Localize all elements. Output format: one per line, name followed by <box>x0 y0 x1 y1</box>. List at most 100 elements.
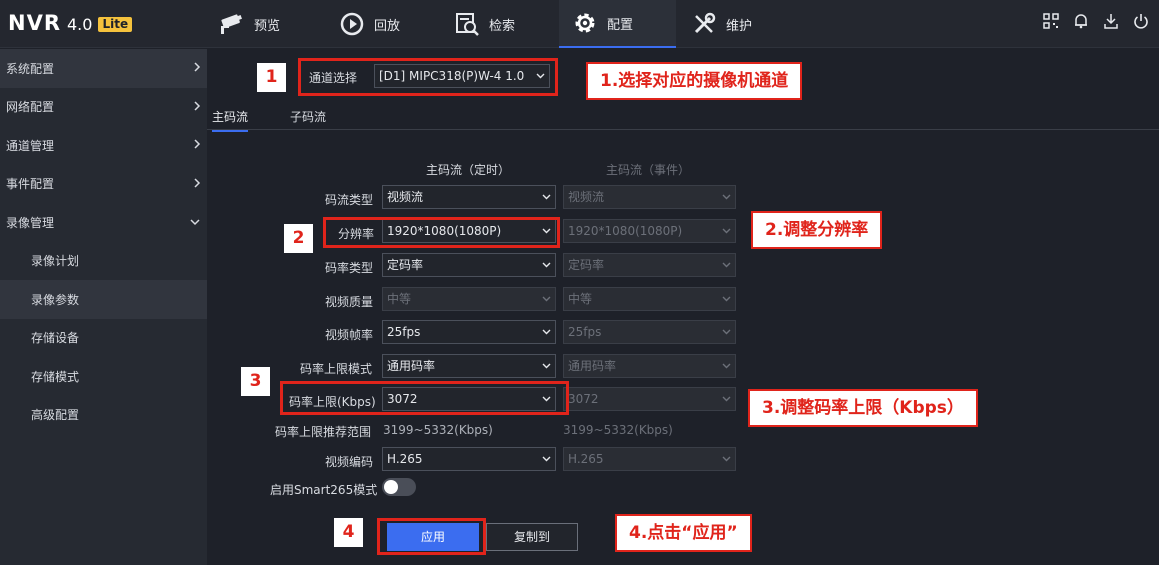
logo-version: 4.0 <box>67 15 93 34</box>
smart265-label: 启用Smart265模式 <box>270 483 378 497</box>
callout-step-2: 2.调整分辨率 <box>751 211 883 249</box>
step-number-3: 3 <box>241 367 270 396</box>
top-bar: NVR 4.0 Lite 预览 回放 检索 配置 维护 <box>0 0 1159 48</box>
search-icon <box>453 10 481 38</box>
stream-type-select[interactable]: 视频流 <box>382 185 556 209</box>
highlight-apply <box>377 518 486 555</box>
sidebar-item-label: 存储模式 <box>31 369 80 384</box>
event-resolution-select: 1920*1080(1080P) <box>563 219 736 243</box>
nav-label: 检索 <box>489 18 516 34</box>
sidebar-item-label: 录像参数 <box>31 292 80 307</box>
select-value: 3072 <box>568 392 599 406</box>
event-bitrate-limit-mode-select: 通用码率 <box>563 354 736 378</box>
event-stream-type-select: 视频流 <box>563 185 736 209</box>
sidebar-item-label: 高级配置 <box>31 408 80 423</box>
bitrate-limit-mode-select[interactable]: 通用码率 <box>382 354 556 378</box>
event-video-encoding-select: H.265 <box>563 447 736 471</box>
sidebar-item-label: 录像管理 <box>6 215 55 230</box>
copy-to-button[interactable]: 复制到 <box>486 523 578 551</box>
edition-badge: Lite <box>98 17 133 32</box>
power-icon[interactable] <box>1133 13 1151 31</box>
field-label: 码流类型 <box>325 193 374 207</box>
tab-sub-stream[interactable]: 子码流 <box>290 108 326 125</box>
sidebar-item-label: 录像计划 <box>31 254 80 269</box>
chevron-down-icon <box>542 296 551 302</box>
nav-search[interactable]: 检索 <box>453 0 553 48</box>
highlight-channel <box>298 58 558 96</box>
chevron-right-icon <box>194 177 201 188</box>
playback-icon <box>338 10 366 38</box>
event-bitrate-type-select: 定码率 <box>563 253 736 277</box>
chevron-right-icon <box>194 62 201 72</box>
nav-label: 维护 <box>726 18 753 34</box>
tab-main-stream[interactable]: 主码流 <box>212 108 249 132</box>
sidebar-item-advanced[interactable]: 高级配置 <box>0 396 207 435</box>
step-number-4: 4 <box>334 518 363 547</box>
sidebar-item-event[interactable]: 事件配置 <box>0 165 207 204</box>
sidebar-item-network[interactable]: 网络配置 <box>0 88 207 127</box>
field-label: 视频编码 <box>325 455 374 469</box>
field-label: 视频帧率 <box>325 328 374 342</box>
event-bitrate-limit-select: 3072 <box>563 387 736 411</box>
chevron-right-icon <box>194 100 201 111</box>
nav-maintenance[interactable]: 维护 <box>690 0 790 48</box>
sidebar-item-storage-mode[interactable]: 存储模式 <box>0 357 207 396</box>
sidebar-item-label: 系统配置 <box>6 61 55 76</box>
sidebar-item-label: 网络配置 <box>6 100 55 115</box>
bitrate-range-label: 码率上限推荐范围 <box>275 425 372 439</box>
chevron-down-icon <box>722 262 731 268</box>
step-number-1: 1 <box>257 63 286 92</box>
toggle-knob <box>384 480 398 494</box>
bitrate-type-select[interactable]: 定码率 <box>382 253 556 277</box>
smart265-toggle[interactable] <box>382 478 416 496</box>
app-logo: NVR 4.0 Lite <box>8 11 133 35</box>
select-value: 中等 <box>387 292 412 306</box>
wrench-icon <box>690 10 718 38</box>
nav-config[interactable]: 配置 <box>559 0 676 48</box>
sidebar-item-label: 通道管理 <box>6 138 55 153</box>
stream-tabs: 主码流 子码流 <box>207 104 1159 132</box>
sidebar-item-storage-device[interactable]: 存储设备 <box>0 319 207 358</box>
field-label: 码率类型 <box>325 261 374 275</box>
nav-playback[interactable]: 回放 <box>338 0 438 48</box>
select-value: 中等 <box>568 292 593 306</box>
main-panel: 通道选择 [D1] MIPC318(P)W-4 1.0 主码流 子码流 主码流（… <box>207 49 1159 565</box>
select-value: 25fps <box>568 325 602 339</box>
bell-icon[interactable] <box>1073 13 1091 31</box>
column-header-timed: 主码流（定时） <box>426 163 511 177</box>
chevron-down-icon <box>722 329 731 335</box>
sidebar-item-label: 存储设备 <box>31 331 80 346</box>
chevron-down-icon <box>542 456 551 462</box>
sidebar-item-recording[interactable]: 录像管理 <box>0 203 207 242</box>
select-value: 视频流 <box>387 190 424 204</box>
select-value: H.265 <box>387 452 423 466</box>
download-icon[interactable] <box>1103 13 1121 31</box>
sidebar-item-system[interactable]: 系统配置 <box>0 49 207 88</box>
bitrate-range-value: 3199~5332(Kbps) <box>383 423 493 437</box>
gear-icon <box>571 9 599 37</box>
event-frame-rate-select: 25fps <box>563 320 736 344</box>
frame-rate-select[interactable]: 25fps <box>382 320 556 344</box>
select-value: 1920*1080(1080P) <box>568 224 683 238</box>
chevron-down-icon <box>722 363 731 369</box>
sidebar: 系统配置 网络配置 通道管理 事件配置 录像管理 录像计划 录像参数 存储设备 … <box>0 49 207 565</box>
sidebar-item-channel[interactable]: 通道管理 <box>0 126 207 165</box>
select-value: 通用码率 <box>387 359 436 373</box>
chevron-down-icon <box>542 363 551 369</box>
chevron-down-icon <box>542 329 551 335</box>
callout-step-1: 1.选择对应的摄像机通道 <box>586 62 803 100</box>
nav-preview[interactable]: 预览 <box>218 0 318 48</box>
chevron-down-icon <box>722 396 731 402</box>
nav-label: 配置 <box>607 17 634 33</box>
nav-label: 回放 <box>374 18 401 34</box>
sidebar-item-record-params[interactable]: 录像参数 <box>0 280 207 319</box>
chevron-down-icon <box>190 219 200 226</box>
sidebar-item-record-schedule[interactable]: 录像计划 <box>0 242 207 281</box>
video-quality-select: 中等 <box>382 287 556 311</box>
chevron-down-icon <box>722 194 731 200</box>
chevron-down-icon <box>722 228 731 234</box>
callout-step-3: 3.调整码率上限（Kbps） <box>748 389 978 427</box>
video-encoding-select[interactable]: H.265 <box>382 447 556 471</box>
select-value: 定码率 <box>387 258 424 272</box>
qr-code-icon[interactable] <box>1043 13 1061 31</box>
